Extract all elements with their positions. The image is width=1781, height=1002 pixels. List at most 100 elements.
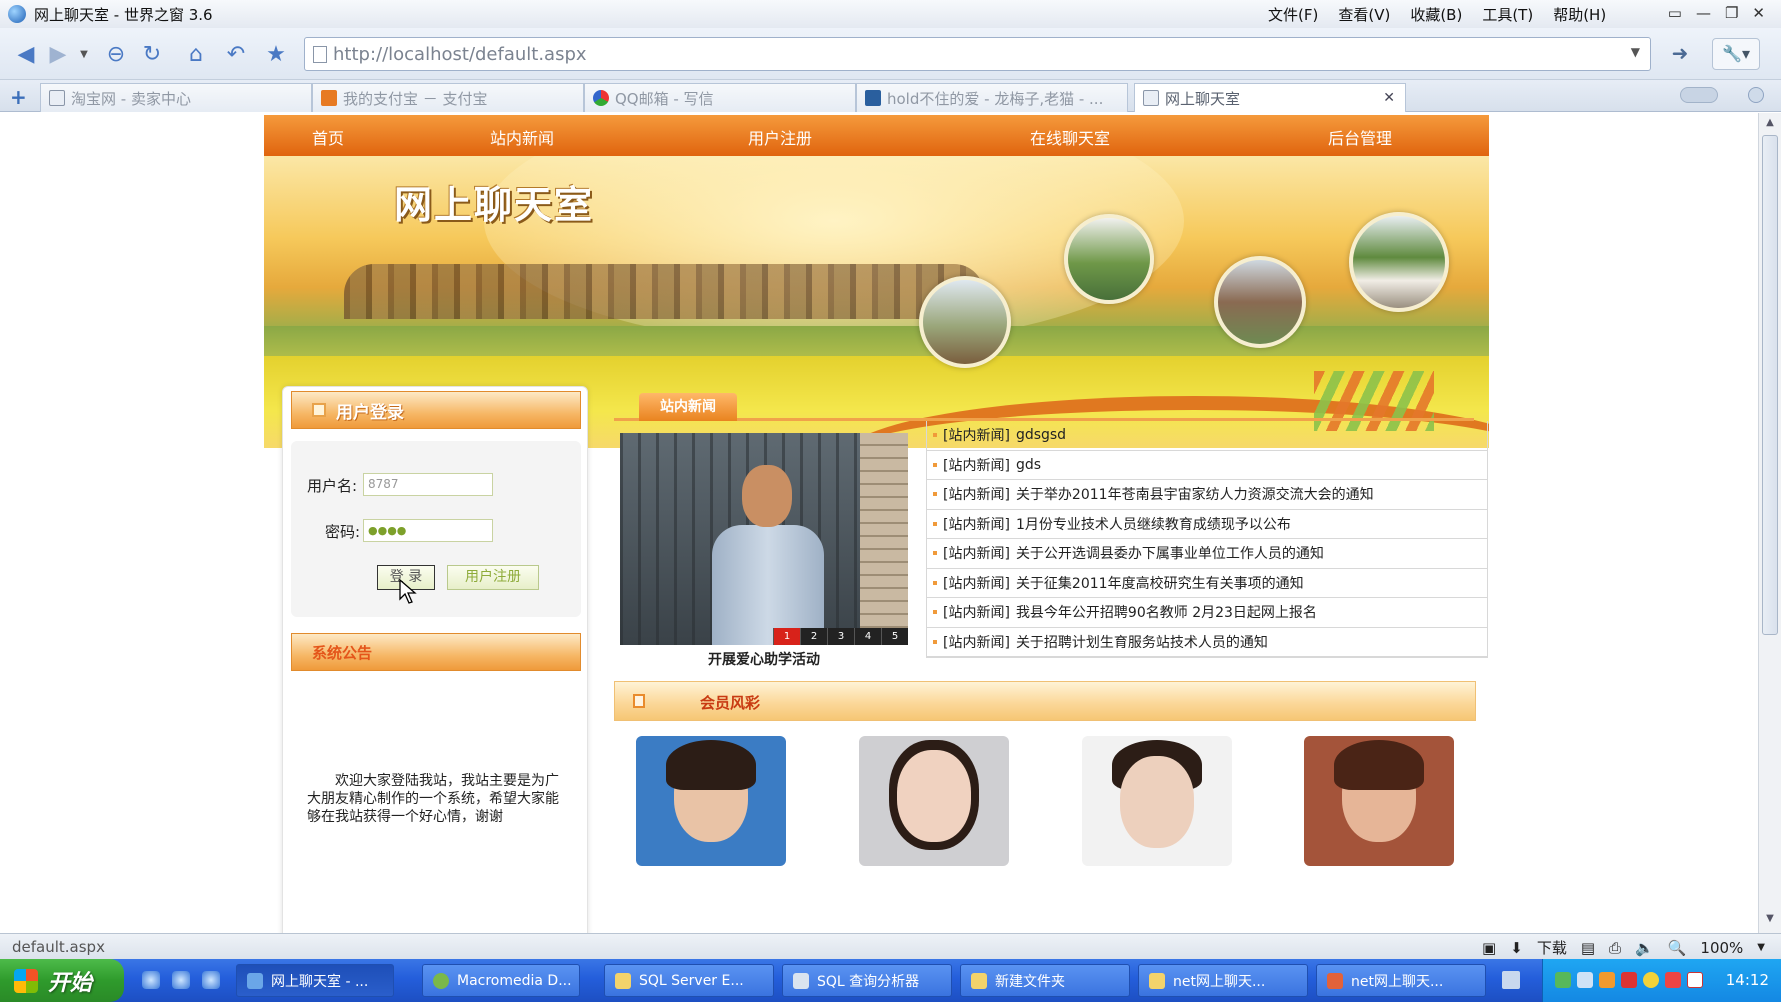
close-window-button[interactable]: ✕ xyxy=(1752,4,1765,22)
download-label[interactable]: 下载 xyxy=(1537,937,1567,958)
printer-icon[interactable]: ⎙ xyxy=(1609,939,1621,957)
speaker-icon[interactable]: 🔈 xyxy=(1635,939,1654,957)
news-tab[interactable]: 站内新闻 xyxy=(639,393,737,421)
register-button[interactable]: 用户注册 xyxy=(447,565,539,590)
zoom-icon[interactable]: 🔍 xyxy=(1668,939,1687,957)
taskbar-window[interactable]: 新建文件夹 xyxy=(960,964,1130,997)
quicklaunch-browser-icon[interactable] xyxy=(142,971,160,989)
minimize-button[interactable]: — xyxy=(1696,4,1711,22)
undo-close-icon[interactable]: ↶ xyxy=(222,40,250,68)
news-item[interactable]: [站内新闻] gds xyxy=(927,451,1487,480)
stop-icon[interactable]: ⊖ xyxy=(102,40,130,68)
quicklaunch-desktop-icon[interactable] xyxy=(172,971,190,989)
scroll-thumb[interactable] xyxy=(1762,135,1778,635)
address-dropdown-icon[interactable]: ▼ xyxy=(1631,45,1640,59)
news-title[interactable]: 1月份专业技术人员继续教育成绩现予以公布 xyxy=(1016,514,1291,534)
tray-alert-icon[interactable] xyxy=(1665,972,1681,988)
taskbar-window[interactable]: Macromedia D... xyxy=(422,964,580,997)
close-tab-icon[interactable]: ✕ xyxy=(1383,90,1395,106)
download-arrow-icon[interactable]: ⬇ xyxy=(1510,939,1523,957)
tray-network-icon[interactable] xyxy=(1555,972,1571,988)
news-item[interactable]: [站内新闻] 我县今年公开招聘90名教师 2月23日起网上报名 xyxy=(927,598,1487,628)
tray-ime-icon[interactable] xyxy=(1577,972,1593,988)
refresh-icon[interactable]: ↻ xyxy=(138,40,166,68)
keyboard-icon[interactable] xyxy=(1502,971,1520,989)
news-item[interactable]: [站内新闻] 1月份专业技术人员继续教育成绩现予以公布 xyxy=(927,510,1487,539)
tab-music[interactable]: hold不住的爱 - 龙梅子,老猫 - ... xyxy=(856,83,1128,112)
nav-news[interactable]: 站内新闻 xyxy=(490,125,554,149)
news-item[interactable]: [站内新闻] 关于公开选调县委办下属事业单位工作人员的通知 xyxy=(927,539,1487,569)
slide-caption[interactable]: 开展爱心助学活动 xyxy=(620,649,908,669)
menu-favorites[interactable]: 收藏(B) xyxy=(1410,4,1462,25)
news-item[interactable]: [站内新闻] 关于举办2011年苍南县宇宙家纺人力资源交流大会的通知 xyxy=(927,480,1487,510)
menu-file[interactable]: 文件(F) xyxy=(1268,4,1318,25)
nav-chatroom[interactable]: 在线聊天室 xyxy=(1030,125,1110,149)
nav-admin[interactable]: 后台管理 xyxy=(1328,125,1392,149)
address-bar[interactable]: http://localhost/default.aspx ▼ xyxy=(304,37,1651,71)
page-info-icon[interactable]: ▤ xyxy=(1581,939,1595,957)
tray-security-icon[interactable] xyxy=(1621,972,1637,988)
compact-mode-icon[interactable]: ▭ xyxy=(1668,4,1682,22)
news-title[interactable]: 关于征集2011年度高校研究生有关事项的通知 xyxy=(1016,573,1304,593)
tab-alipay[interactable]: 我的支付宝 － 支付宝 xyxy=(312,83,584,112)
taskbar-window[interactable]: net网上聊天... xyxy=(1138,964,1308,997)
taskbar-window[interactable]: SQL 查询分析器 xyxy=(782,964,952,997)
tab-scroll-arrows-icon[interactable] xyxy=(1680,87,1718,103)
news-title[interactable]: 关于招聘计划生育服务站技术人员的通知 xyxy=(1016,632,1268,652)
start-button[interactable]: 开始 xyxy=(0,959,124,1002)
menu-view[interactable]: 查看(V) xyxy=(1338,4,1390,25)
news-title[interactable]: 我县今年公开招聘90名教师 2月23日起网上报名 xyxy=(1016,602,1317,622)
go-arrow-icon[interactable]: ➜ xyxy=(1664,41,1696,69)
news-title[interactable]: 关于举办2011年苍南县宇宙家纺人力资源交流大会的通知 xyxy=(1016,484,1374,504)
member-photo[interactable] xyxy=(1082,736,1232,866)
taskbar-window[interactable]: net网上聊天... xyxy=(1316,964,1486,997)
news-title[interactable]: gds xyxy=(1016,457,1041,473)
menu-help[interactable]: 帮助(H) xyxy=(1553,4,1606,25)
member-photo[interactable] xyxy=(1304,736,1454,866)
back-arrow-icon[interactable]: ◀ xyxy=(12,40,40,68)
taskbar-window[interactable]: SQL Server E... xyxy=(604,964,774,997)
restore-button[interactable]: ❐ xyxy=(1725,4,1738,22)
favorites-star-icon[interactable]: ★ xyxy=(262,40,290,68)
slide-number-1[interactable]: 1 xyxy=(773,628,800,645)
zoom-level[interactable]: 100% xyxy=(1700,939,1743,957)
menu-tools[interactable]: 工具(T) xyxy=(1482,4,1533,25)
tab-chatroom[interactable]: 网上聊天室 ✕ xyxy=(1134,83,1406,112)
username-input[interactable]: 8787 xyxy=(363,473,493,496)
member-photo[interactable] xyxy=(859,736,1009,866)
security-icon[interactable]: ▣ xyxy=(1482,939,1496,957)
tray-qq-icon[interactable] xyxy=(1643,972,1659,988)
zoom-dropdown-icon[interactable]: ▼ xyxy=(1757,942,1765,953)
nav-register[interactable]: 用户注册 xyxy=(748,125,812,149)
tray-mail-icon[interactable] xyxy=(1687,972,1703,988)
slide-number-2[interactable]: 2 xyxy=(800,628,827,645)
tray-app-icon[interactable] xyxy=(1599,972,1615,988)
password-input[interactable]: ●●●● xyxy=(363,519,493,542)
tab-menu-icon[interactable] xyxy=(1748,87,1764,103)
slide-number-4[interactable]: 4 xyxy=(854,628,881,645)
news-item[interactable]: [站内新闻] 关于招聘计划生育服务站技术人员的通知 xyxy=(927,628,1487,657)
news-title[interactable]: 关于公开选调县委办下属事业单位工作人员的通知 xyxy=(1016,543,1324,563)
home-icon[interactable]: ⌂ xyxy=(182,40,210,68)
tab-qqmail[interactable]: QQ邮箱 - 写信 xyxy=(584,83,856,112)
news-item[interactable]: [站内新闻] 关于征集2011年度高校研究生有关事项的通知 xyxy=(927,569,1487,598)
news-title[interactable]: gdsgsd xyxy=(1016,427,1066,443)
slide-number-3[interactable]: 3 xyxy=(827,628,854,645)
slide-number-5[interactable]: 5 xyxy=(881,628,908,645)
member-photo[interactable] xyxy=(636,736,786,866)
vertical-scrollbar[interactable]: ▲ ▼ xyxy=(1758,113,1781,933)
nav-home[interactable]: 首页 xyxy=(312,125,344,149)
tools-wrench-icon[interactable]: 🔧▾ xyxy=(1712,38,1760,70)
taskbar-window[interactable]: 网上聊天室 - ... xyxy=(236,964,394,997)
scroll-up-arrow-icon[interactable]: ▲ xyxy=(1762,117,1778,133)
taskbar-window-label: SQL 查询分析器 xyxy=(817,973,920,990)
tab-taobao[interactable]: 淘宝网 - 卖家中心 xyxy=(40,83,312,112)
quicklaunch-ie-icon[interactable] xyxy=(202,971,220,989)
scroll-down-arrow-icon[interactable]: ▼ xyxy=(1762,913,1778,929)
new-tab-plus-icon[interactable]: + xyxy=(10,85,27,109)
history-dropdown-icon[interactable]: ▼ xyxy=(70,40,98,68)
forward-arrow-icon[interactable]: ▶ xyxy=(44,40,72,68)
news-slideshow[interactable]: 1 2 3 4 5 xyxy=(620,433,908,645)
url-text[interactable]: http://localhost/default.aspx xyxy=(333,44,587,65)
news-item[interactable]: [站内新闻] gdsgsd xyxy=(927,421,1487,451)
